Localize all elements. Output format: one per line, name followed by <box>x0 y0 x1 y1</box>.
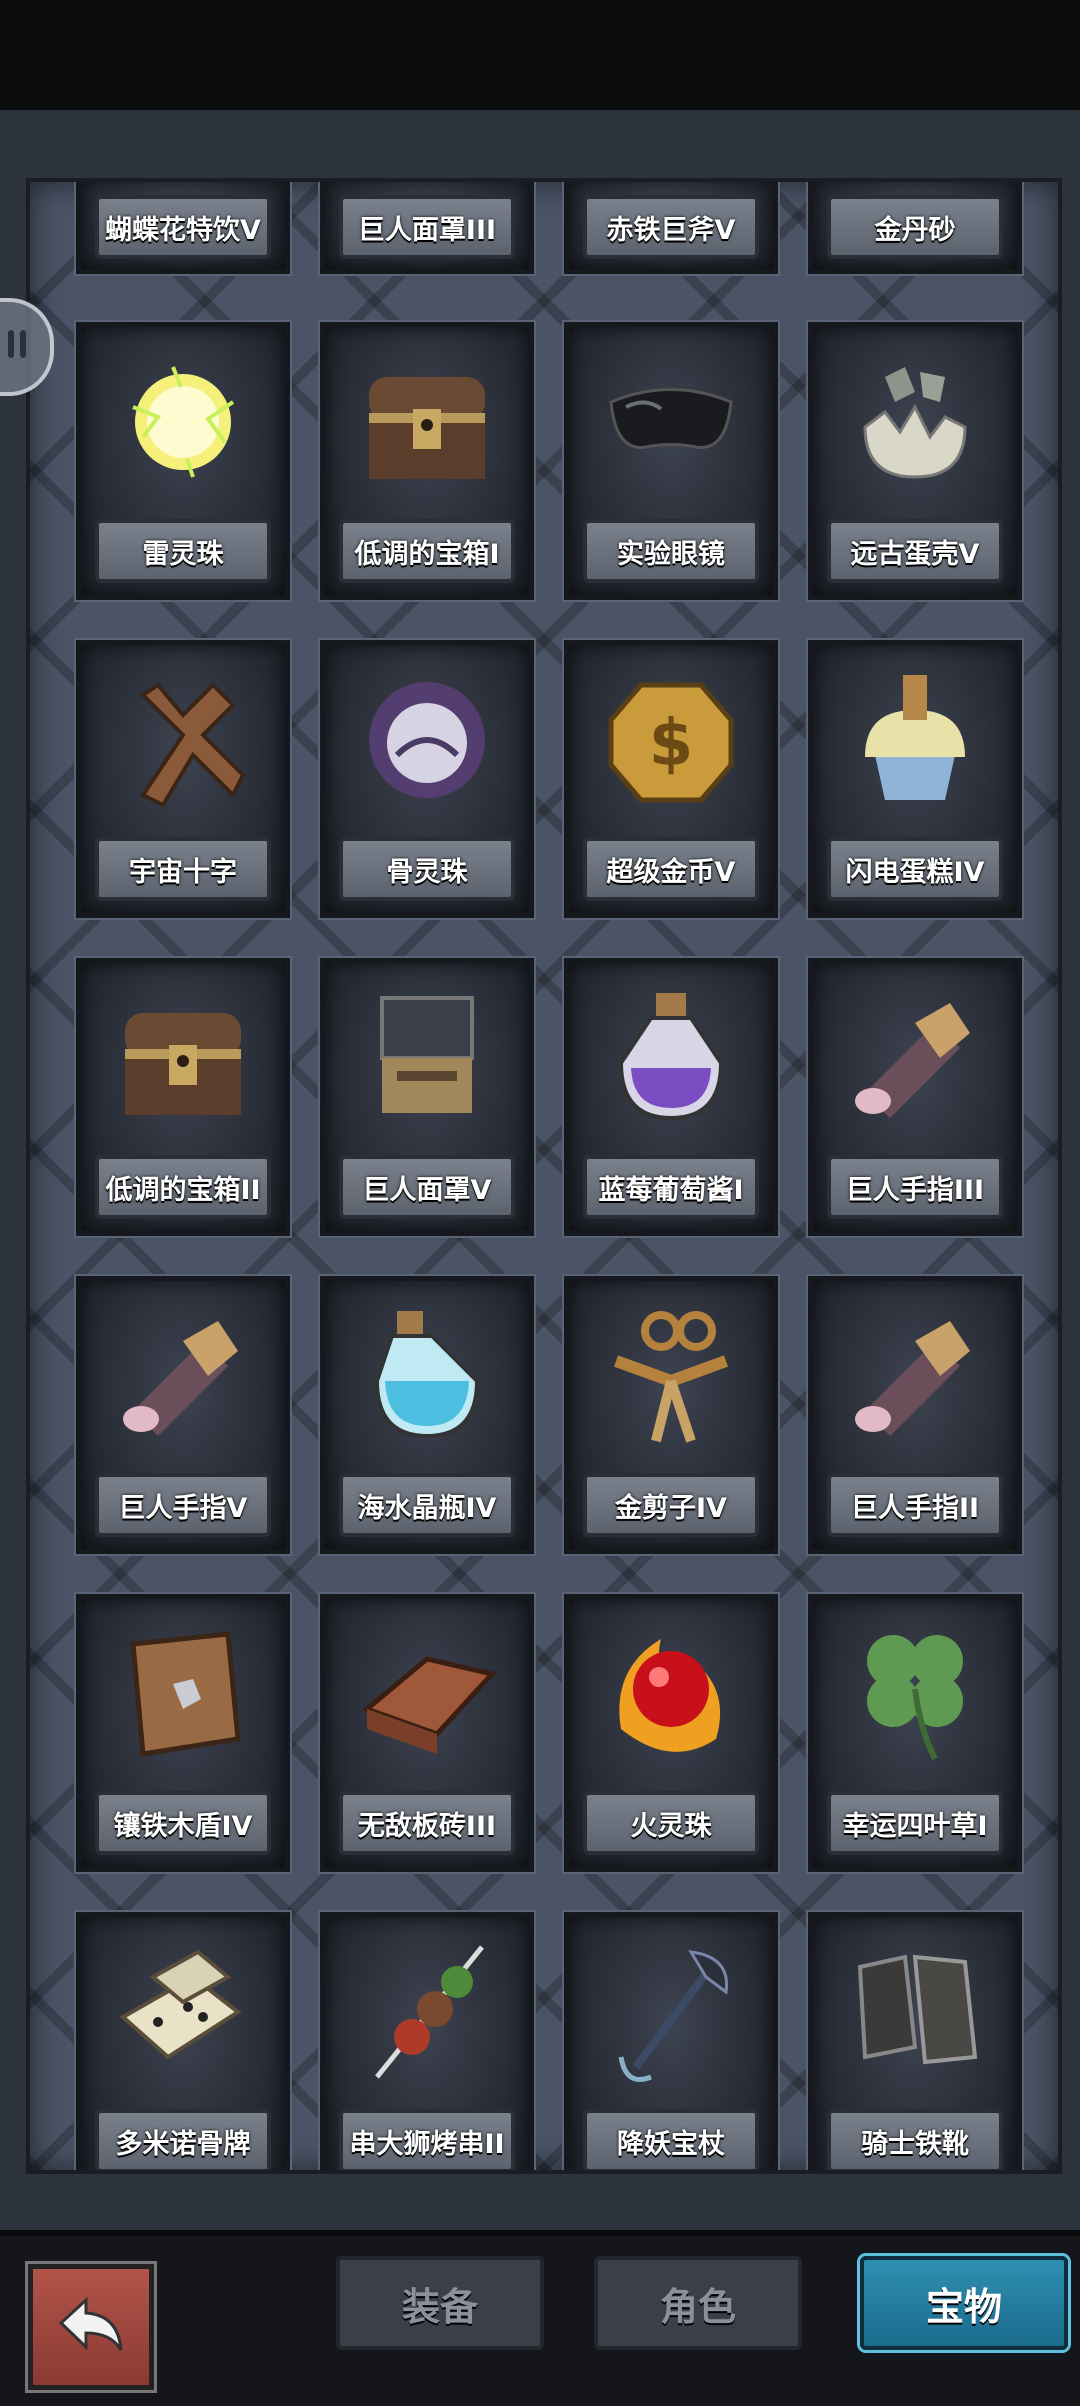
staff-icon <box>601 1937 741 2087</box>
item-card[interactable]: 降妖宝杖 <box>564 1912 778 2170</box>
skewer-icon <box>357 1937 497 2087</box>
item-card[interactable]: 远古蛋壳V <box>808 322 1022 600</box>
item-label: 火灵珠 <box>583 1791 759 1855</box>
item-label: 蝴蝶花特饮V <box>95 195 271 259</box>
item-label: 骑士铁靴 <box>827 2109 1003 2170</box>
item-card[interactable]: 镶铁木盾IV <box>76 1594 290 1872</box>
item-label: 远古蛋壳V <box>827 519 1003 583</box>
status-bar <box>0 0 1080 110</box>
eggshell-icon <box>845 347 985 497</box>
item-card[interactable]: 雷灵珠 <box>76 322 290 600</box>
tab-label: 装备 <box>401 2284 478 2329</box>
item-label: 蓝莓葡萄酱I <box>583 1155 759 1219</box>
item-card[interactable]: 多米诺骨牌 <box>76 1912 290 2170</box>
finger-icon <box>845 983 985 1133</box>
item-card[interactable]: 金剪子IV <box>564 1276 778 1554</box>
tab-character[interactable]: 角色 <box>594 2256 802 2350</box>
item-card[interactable]: 幸运四叶草I <box>808 1594 1022 1872</box>
item-card[interactable]: 巨人面罩V <box>320 958 534 1236</box>
back-button[interactable] <box>28 2264 154 2390</box>
tab-equipment[interactable]: 装备 <box>336 2256 544 2350</box>
mask-icon <box>357 983 497 1133</box>
back-arrow-icon <box>56 2295 126 2359</box>
gold-coin-icon: $ <box>601 665 741 815</box>
chest-icon <box>357 347 497 497</box>
item-card[interactable]: 海水晶瓶IV <box>320 1276 534 1554</box>
potion-purple-icon <box>601 983 741 1133</box>
item-card[interactable]: 串大狮烤串II <box>320 1912 534 2170</box>
item-card[interactable]: 骑士铁靴 <box>808 1912 1022 2170</box>
item-label: 骨灵珠 <box>339 837 515 901</box>
item-label: 低调的宝箱I <box>339 519 515 583</box>
item-label: 巨人手指II <box>827 1473 1003 1537</box>
potion-blue-icon <box>357 1301 497 1451</box>
item-label: 低调的宝箱II <box>95 1155 271 1219</box>
goggles-icon <box>601 347 741 497</box>
item-label: 赤铁巨斧V <box>583 195 759 259</box>
item-card[interactable]: 低调的宝箱I <box>320 322 534 600</box>
bone-orb-icon <box>357 665 497 815</box>
item-card[interactable]: 巨人手指V <box>76 1276 290 1554</box>
item-label: 镶铁木盾IV <box>95 1791 271 1855</box>
item-card[interactable]: 蓝莓葡萄酱I <box>564 958 778 1236</box>
treasure-grid[interactable]: 蝴蝶花特饮V 巨人面罩III 赤铁巨斧V 金丹砂 雷灵珠 低调的宝箱I 实验眼镜… <box>26 178 1062 2174</box>
item-card[interactable]: 巨人手指III <box>808 958 1022 1236</box>
chest-icon <box>113 983 253 1133</box>
item-card[interactable]: 实验眼镜 <box>564 322 778 600</box>
boots-icon <box>845 1937 985 2087</box>
cross-icon <box>113 665 253 815</box>
item-label: 巨人手指III <box>827 1155 1003 1219</box>
item-card[interactable]: $ 超级金币V <box>564 640 778 918</box>
brick-icon <box>357 1619 497 1769</box>
item-label: 无敌板砖III <box>339 1791 515 1855</box>
item-label: 巨人面罩V <box>339 1155 515 1219</box>
item-card[interactable]: 金丹砂 <box>808 182 1022 274</box>
tab-treasure[interactable]: 宝物 <box>860 2256 1068 2350</box>
finger-icon <box>113 1301 253 1451</box>
item-label: 实验眼镜 <box>583 519 759 583</box>
cupcake-icon <box>845 665 985 815</box>
bottom-nav: 装备 角色 宝物 <box>0 2230 1080 2406</box>
domino-icon <box>113 1937 253 2087</box>
item-label: 多米诺骨牌 <box>95 2109 271 2170</box>
wood-shield-icon <box>113 1619 253 1769</box>
item-card[interactable]: 骨灵珠 <box>320 640 534 918</box>
item-card[interactable]: 闪电蛋糕IV <box>808 640 1022 918</box>
item-label: 宇宙十字 <box>95 837 271 901</box>
item-card[interactable]: 宇宙十字 <box>76 640 290 918</box>
item-label: 闪电蛋糕IV <box>827 837 1003 901</box>
svg-text:$: $ <box>649 707 694 781</box>
item-label: 巨人面罩III <box>339 195 515 259</box>
item-label: 金剪子IV <box>583 1473 759 1537</box>
thunder-orb-icon <box>113 347 253 497</box>
item-card[interactable]: 低调的宝箱II <box>76 958 290 1236</box>
scissors-icon <box>601 1301 741 1451</box>
item-label: 降妖宝杖 <box>583 2109 759 2170</box>
item-label: 巨人手指V <box>95 1473 271 1537</box>
item-label: 串大狮烤串II <box>339 2109 515 2170</box>
item-card[interactable]: 火灵珠 <box>564 1594 778 1872</box>
tab-label: 宝物 <box>925 2284 1002 2329</box>
finger-icon <box>845 1301 985 1451</box>
tab-label: 角色 <box>659 2284 736 2329</box>
item-label: 超级金币V <box>583 837 759 901</box>
item-label: 幸运四叶草I <box>827 1791 1003 1855</box>
item-card[interactable]: 蝴蝶花特饮V <box>76 182 290 274</box>
item-label: 海水晶瓶IV <box>339 1473 515 1537</box>
fire-orb-icon <box>601 1619 741 1769</box>
item-card[interactable]: 巨人手指II <box>808 1276 1022 1554</box>
item-card[interactable]: 赤铁巨斧V <box>564 182 778 274</box>
item-label: 金丹砂 <box>827 195 1003 259</box>
item-card[interactable]: 无敌板砖III <box>320 1594 534 1872</box>
item-card[interactable]: 巨人面罩III <box>320 182 534 274</box>
clover-icon <box>845 1619 985 1769</box>
item-label: 雷灵珠 <box>95 519 271 583</box>
